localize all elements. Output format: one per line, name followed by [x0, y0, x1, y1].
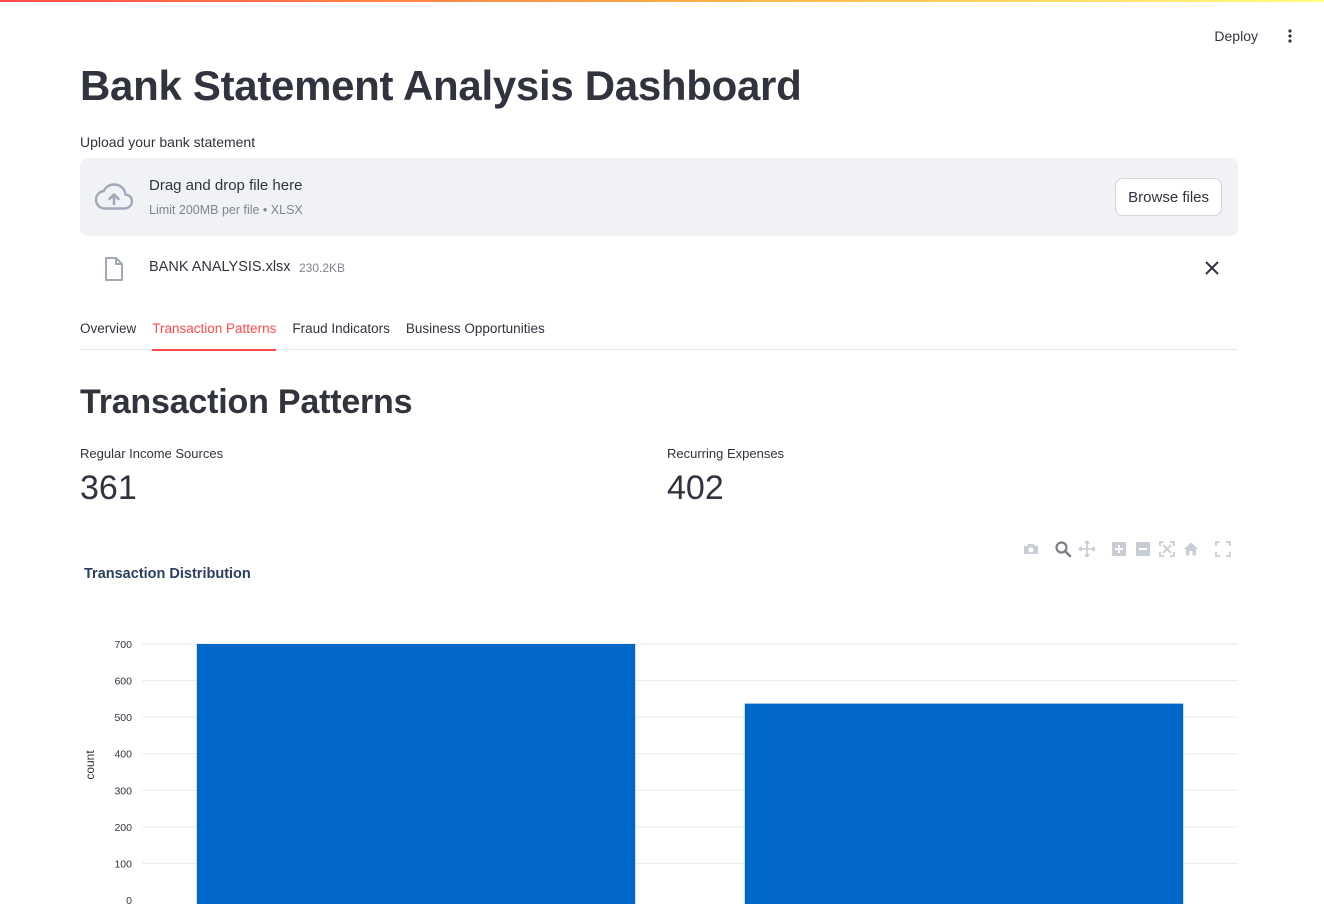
header-actions: Deploy	[1210, 26, 1298, 46]
bar	[744, 703, 1184, 904]
fullscreen-icon[interactable]	[1214, 540, 1232, 558]
y-axis-label: count	[83, 750, 97, 780]
remove-file-icon[interactable]	[1204, 260, 1220, 276]
tab-overview[interactable]: Overview	[80, 318, 136, 350]
y-tick-label: 300	[114, 785, 132, 797]
metric-value: 402	[667, 469, 724, 507]
metric-value: 361	[80, 469, 137, 507]
home-icon[interactable]	[1182, 540, 1200, 558]
top-decoration-bar	[0, 0, 1324, 2]
y-tick-label: 700	[114, 639, 132, 651]
cloud-upload-icon	[95, 183, 133, 210]
zoom-icon[interactable]	[1054, 540, 1072, 558]
y-tick-label: 0	[126, 895, 132, 904]
camera-icon[interactable]	[1022, 540, 1040, 558]
page-title: Bank Statement Analysis Dashboard	[80, 62, 802, 109]
dropzone-title: Drag and drop file here	[149, 177, 303, 194]
tab-fraud-indicators[interactable]: Fraud Indicators	[292, 318, 390, 350]
y-tick-label: 100	[114, 858, 132, 870]
bar	[196, 644, 636, 904]
metric-regular-income: Regular Income Sources 361	[80, 446, 223, 508]
file-name: BANK ANALYSIS.xlsx	[149, 259, 291, 275]
uploader-label: Upload your bank statement	[80, 134, 256, 150]
dropzone-limit: Limit 200MB per file • XLSX	[149, 203, 303, 217]
file-size: 230.2KB	[299, 261, 346, 275]
tab-bar: Overview Transaction Patterns Fraud Indi…	[80, 318, 1238, 351]
autoscale-icon[interactable]	[1158, 540, 1176, 558]
metric-recurring-expenses: Recurring Expenses 402	[667, 446, 784, 508]
zoom-in-icon[interactable]	[1110, 540, 1128, 558]
y-tick-label: 500	[114, 712, 132, 724]
file-dropzone[interactable]: Drag and drop file here Limit 200MB per …	[80, 158, 1238, 236]
chart-title: Transaction Distribution	[84, 566, 251, 582]
y-tick-label: 200	[114, 822, 132, 834]
file-icon	[105, 257, 123, 281]
y-tick-label: 400	[114, 749, 132, 761]
y-tick-label: 600	[114, 676, 132, 688]
tab-transaction-patterns[interactable]: Transaction Patterns	[152, 318, 277, 351]
uploaded-file: BANK ANALYSIS.xlsx 230.2KB	[80, 252, 1238, 284]
metric-label: Recurring Expenses	[667, 446, 785, 461]
deploy-button[interactable]: Deploy	[1210, 26, 1262, 46]
chart-modebar	[1018, 540, 1238, 558]
browse-files-button[interactable]: Browse files	[1115, 178, 1222, 216]
bar-chart: 0 100 200 300 400 500 600 700 count	[83, 639, 1238, 904]
more-options-icon[interactable]	[1282, 26, 1298, 46]
section-title: Transaction Patterns	[80, 383, 413, 421]
metric-label: Regular Income Sources	[80, 446, 224, 461]
zoom-out-icon[interactable]	[1134, 540, 1152, 558]
tab-business-opportunities[interactable]: Business Opportunities	[406, 318, 545, 350]
pan-icon[interactable]	[1078, 540, 1096, 558]
